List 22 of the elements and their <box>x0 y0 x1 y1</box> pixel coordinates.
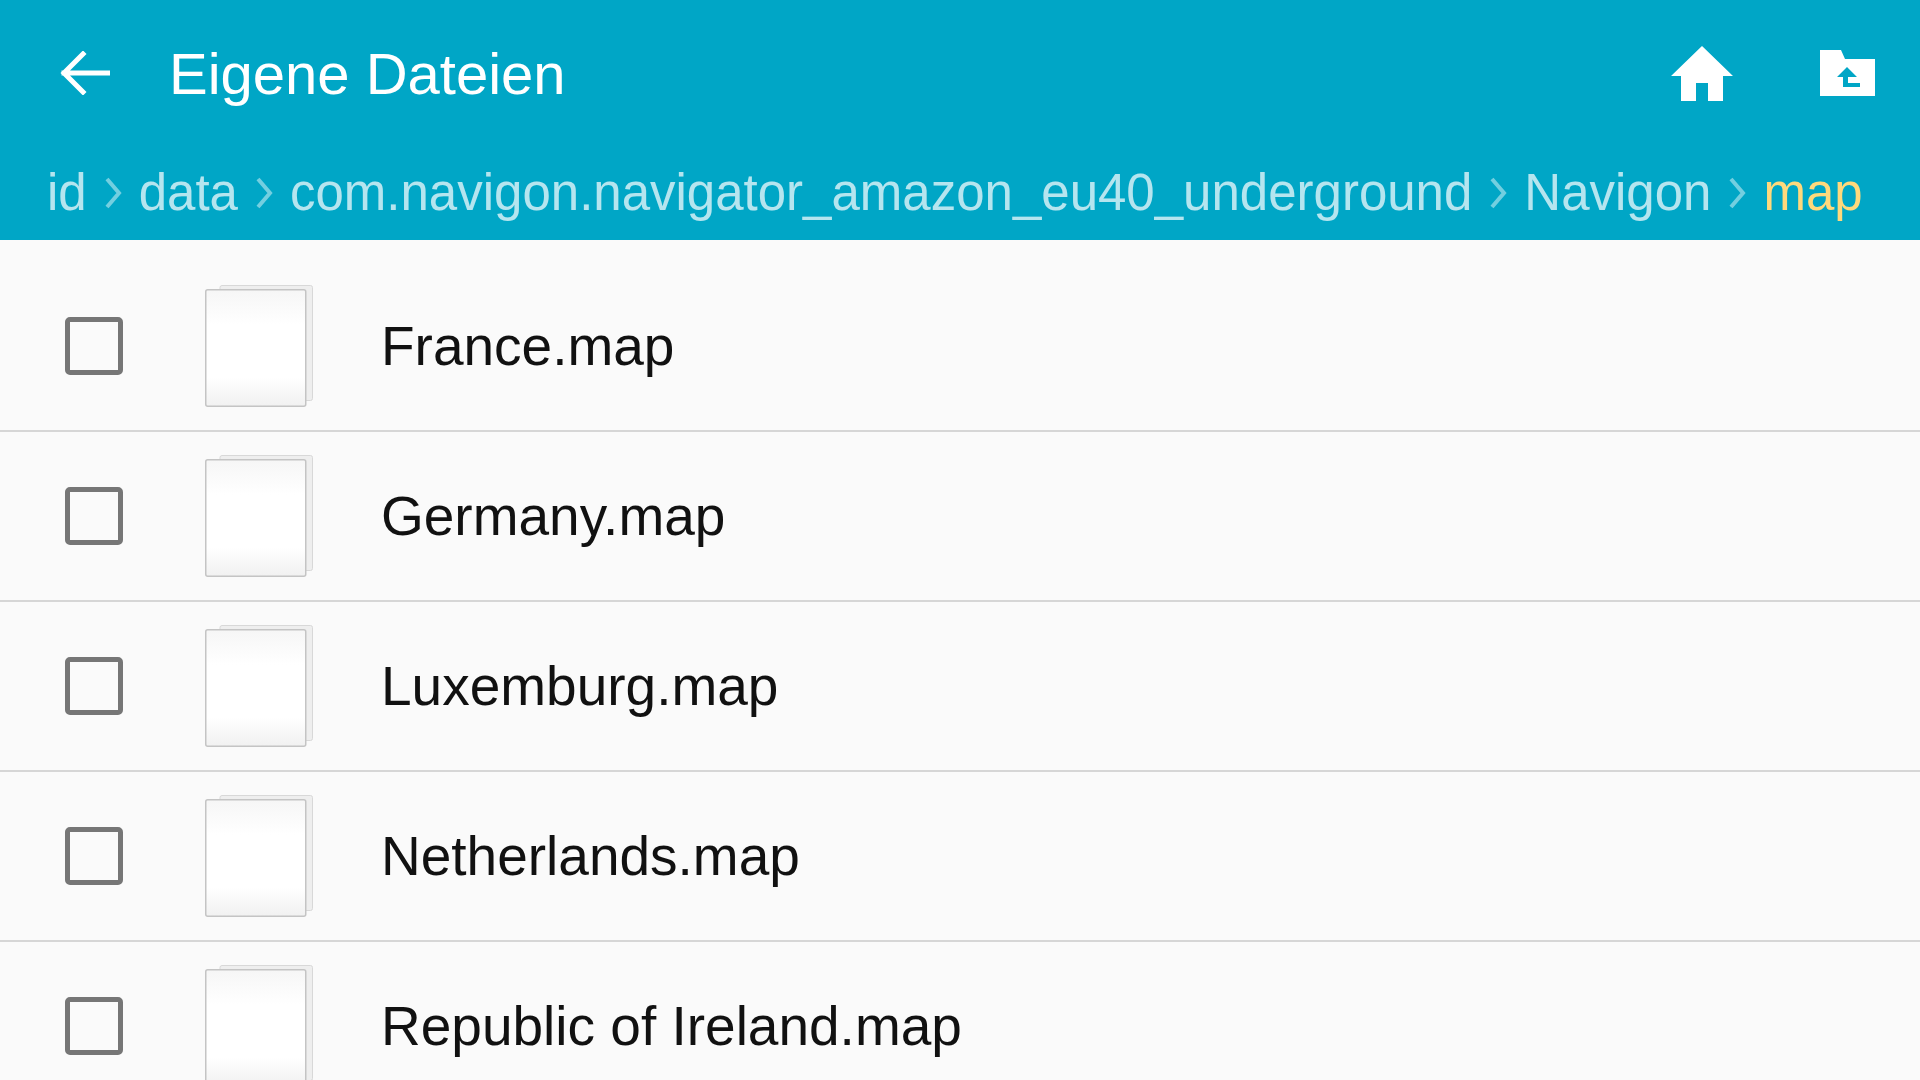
checkbox[interactable] <box>65 827 123 885</box>
checkbox[interactable] <box>65 317 123 375</box>
file-name[interactable]: Netherlands.map <box>381 824 800 888</box>
checkbox[interactable] <box>65 487 123 545</box>
chevron-right-icon <box>254 177 273 209</box>
screen-title: Eigene Dateien <box>169 39 566 107</box>
file-icon <box>205 285 313 407</box>
file-icon <box>205 625 313 747</box>
file-icon <box>205 795 313 917</box>
checkbox[interactable] <box>65 657 123 715</box>
file-name[interactable]: France.map <box>381 314 675 378</box>
file-icon <box>205 455 313 577</box>
chevron-right-icon <box>103 177 122 209</box>
home-icon[interactable] <box>1671 45 1733 101</box>
file-name[interactable]: Republic of Ireland.map <box>381 994 962 1058</box>
checkbox[interactable] <box>65 997 123 1055</box>
back-arrow-icon[interactable] <box>59 51 110 95</box>
chevron-right-icon <box>1489 177 1508 209</box>
file-name[interactable]: Germany.map <box>381 484 726 548</box>
folder-upload-icon[interactable] <box>1820 50 1875 96</box>
file-name[interactable]: Luxemburg.map <box>381 654 779 718</box>
chevron-right-icon <box>1728 177 1747 209</box>
